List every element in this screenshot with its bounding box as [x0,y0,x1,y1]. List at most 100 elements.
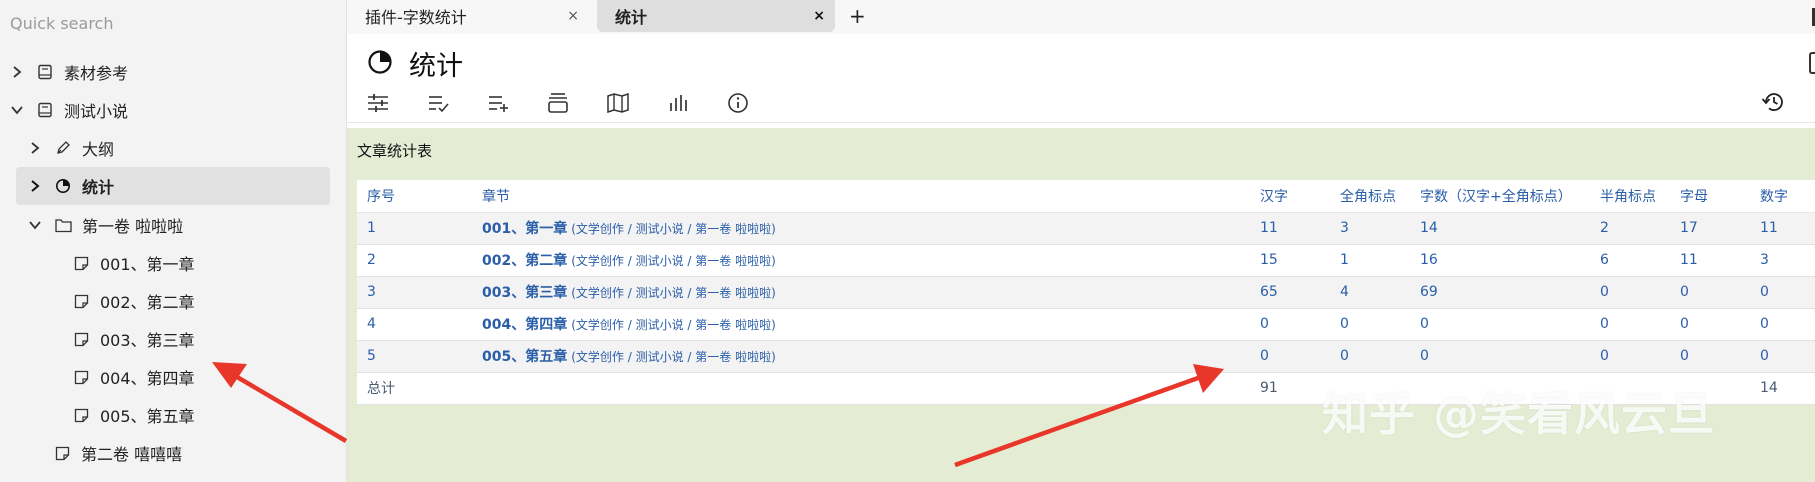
cell-word-count: 69 [1410,276,1590,309]
tree-item-volume-1[interactable]: 第一卷 啦啦啦 [28,206,183,244]
cell-digits: 3 [1750,244,1815,277]
tab-statistics[interactable]: 统计 × [597,0,835,32]
cell-letters: 0 [1670,308,1750,341]
chevron-right-icon[interactable] [28,141,42,155]
note-icon [72,368,90,386]
page-title: 统计 [409,51,463,82]
cell-letters: 0 [1670,276,1750,309]
stats-table: 序号 章节 汉字 全角标点 字数（汉字+全角标点） 半角标点 字母 数字 1 0… [357,180,1815,405]
tab-label: 插件-字数统计 [365,8,467,27]
cell-no: 1 [357,212,472,245]
tree-item-chapter-2[interactable]: 002、第二章 [72,282,195,320]
chapter-link[interactable]: 001、第一章 [482,221,567,237]
tree-item-label: 001、第一章 [100,255,195,274]
quick-search-input[interactable]: Quick search [10,14,113,33]
page-header: 统计 [367,44,463,83]
pie-chart-icon [54,177,72,195]
cell-chapter [472,372,1250,405]
close-icon[interactable]: × [567,8,579,24]
chapter-link[interactable]: 003、第三章 [482,285,567,301]
cell-digits: 0 [1750,276,1815,309]
header-halfwidth-punct[interactable]: 半角标点 [1590,180,1670,213]
tree-item-label: 大纲 [82,140,115,159]
tree-item-statistics[interactable]: 统计 [16,167,330,205]
header-chapter[interactable]: 章节 [472,180,1250,213]
close-icon[interactable]: × [813,8,825,24]
watermark: 知乎 @笑看风云旦 [1322,387,1716,441]
chapter-link[interactable]: 004、第四章 [482,317,567,333]
cell-halfwidth-punct: 2 [1590,212,1670,245]
cell-word-count: 16 [1410,244,1590,277]
tree-item-volume-2[interactable]: 第二卷 嘻嘻嘻 [53,434,182,472]
cell-word-count: 0 [1410,340,1590,373]
cell-no: 4 [357,308,472,341]
header-no[interactable]: 序号 [357,180,472,213]
cell-no: 2 [357,244,472,277]
chapter-path: (文学创作 / 测试小说 / 第一卷 啦啦啦) [571,350,776,364]
tree-item-outline[interactable]: 大纲 [28,129,114,167]
sidebar: Quick search 素材参考 测试小说 大纲 统计 第一卷 啦啦啦 001… [0,0,347,482]
header-fullwidth-punct[interactable]: 全角标点 [1330,180,1410,213]
cell-letters: 11 [1670,244,1750,277]
tree-item-chapter-1[interactable]: 001、第一章 [72,244,195,282]
cell-halfwidth-punct: 6 [1590,244,1670,277]
tree-item-materials[interactable]: 素材参考 [10,53,128,91]
note-icon [72,406,90,424]
history-icon[interactable] [1761,91,1785,117]
chapter-link[interactable]: 005、第五章 [482,349,567,365]
cell-letters: 0 [1670,340,1750,373]
cell-hanzi: 11 [1250,212,1330,245]
list-add-icon[interactable] [487,93,547,113]
table-row: 3 003、第三章 (文学创作 / 测试小说 / 第一卷 啦啦啦) 65 4 69… [357,276,1815,309]
tree-item-chapter-5[interactable]: 005、第五章 [72,396,195,434]
header-letters[interactable]: 字母 [1670,180,1750,213]
new-tab-button[interactable]: + [849,4,866,28]
cell-halfwidth-punct: 0 [1590,340,1670,373]
note-icon [72,330,90,348]
cell-total-label: 总计 [357,372,472,405]
folder-icon [54,216,72,234]
tree-item-chapter-3[interactable]: 003、第三章 [72,320,195,358]
pen-icon [54,139,72,157]
tab-label: 统计 [615,8,648,27]
book-icon [36,63,54,81]
cell-word-count: 14 [1410,212,1590,245]
sliders-icon[interactable] [367,93,427,113]
map-icon[interactable] [607,93,667,113]
info-icon[interactable] [727,92,787,114]
chevron-down-icon[interactable] [10,103,24,117]
stack-icon[interactable] [547,92,607,114]
header-hanzi[interactable]: 汉字 [1250,180,1330,213]
chapter-path: (文学创作 / 测试小说 / 第一卷 啦啦啦) [571,318,776,332]
tree-item-chapter-4[interactable]: 004、第四章 [72,358,195,396]
chevron-down-icon[interactable] [28,218,42,232]
cell-chapter: 003、第三章 (文学创作 / 测试小说 / 第一卷 啦啦啦) [472,276,1250,309]
cell-fullwidth-punct: 0 [1330,340,1410,373]
cell-chapter: 004、第四章 (文学创作 / 测试小说 / 第一卷 啦啦啦) [472,308,1250,341]
tree-item-label: 003、第三章 [100,331,195,350]
cell-fullwidth-punct: 1 [1330,244,1410,277]
tab-plugin-word-count[interactable]: 插件-字数统计 × [347,0,589,32]
cell-fullwidth-punct: 3 [1330,212,1410,245]
cell-no: 5 [357,340,472,373]
chevron-right-icon[interactable] [10,65,24,79]
tree-item-label: 统计 [82,178,115,197]
cell-digits: 0 [1750,308,1815,341]
list-check-icon[interactable] [427,93,487,113]
note-icon [72,254,90,272]
tab-bar: 插件-字数统计 × 统计 × + [347,0,1815,34]
panel-toggle-icon[interactable] [1809,52,1815,74]
table-row: 5 005、第五章 (文学创作 / 测试小说 / 第一卷 啦啦啦) 0 0 0 0… [357,340,1815,373]
chevron-right-icon[interactable] [28,179,42,193]
cell-chapter: 005、第五章 (文学创作 / 测试小说 / 第一卷 啦啦啦) [472,340,1250,373]
cell-hanzi: 15 [1250,244,1330,277]
header-digits[interactable]: 数字 [1750,180,1815,213]
header-word-count[interactable]: 字数（汉字+全角标点） [1410,180,1590,213]
bar-chart-icon[interactable] [667,93,727,113]
cell-chapter: 001、第一章 (文学创作 / 测试小说 / 第一卷 啦啦啦) [472,212,1250,245]
tree-item-test-novel[interactable]: 测试小说 [10,91,128,129]
cell-halfwidth-punct: 0 [1590,276,1670,309]
chapter-path: (文学创作 / 测试小说 / 第一卷 啦啦啦) [571,286,776,300]
chapter-link[interactable]: 002、第二章 [482,253,567,269]
chapter-path: (文学创作 / 测试小说 / 第一卷 啦啦啦) [571,222,776,236]
